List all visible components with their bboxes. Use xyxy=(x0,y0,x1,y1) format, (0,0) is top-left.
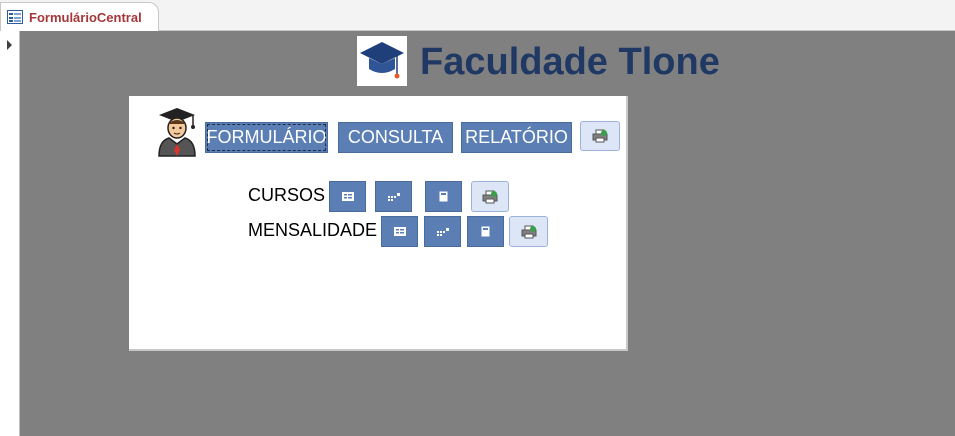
cursos-label: CURSOS xyxy=(248,185,326,205)
cursos-datasheet-button[interactable] xyxy=(375,181,412,212)
form-view-icon xyxy=(341,192,354,201)
record-selector[interactable] xyxy=(0,31,20,436)
tab-label: FormulárioCentral xyxy=(29,9,142,25)
cursos-report-button[interactable] xyxy=(425,181,462,212)
form-view-icon xyxy=(393,227,406,236)
mensalidade-report-button[interactable] xyxy=(467,216,504,247)
datasheet-icon xyxy=(436,227,449,236)
printer-icon xyxy=(482,190,498,203)
document-tab-bar: FormulárioCentral xyxy=(0,0,955,31)
report-icon xyxy=(439,191,448,202)
printer-icon xyxy=(521,225,536,238)
graduation-cap-icon xyxy=(357,36,407,86)
mensalidade-form-button[interactable] xyxy=(381,216,418,247)
report-icon xyxy=(481,226,490,237)
mensalidade-datasheet-button[interactable] xyxy=(424,216,461,247)
page-title: Faculdade Tlone xyxy=(420,41,720,83)
consulta-button[interactable]: CONSULTA xyxy=(338,122,453,153)
form-icon xyxy=(7,10,23,24)
menu-panel: FORMULÁRIO CONSULTA RELATÓRIO CURSOS MEN… xyxy=(129,96,628,351)
relatorio-button[interactable]: RELATÓRIO xyxy=(461,122,572,153)
mensalidade-label: MENSALIDADE xyxy=(248,220,378,240)
cursos-form-button[interactable] xyxy=(329,181,366,212)
cursos-print-button[interactable] xyxy=(471,181,509,212)
tab-formulario-central[interactable]: FormulárioCentral xyxy=(0,2,159,31)
mensalidade-print-button[interactable] xyxy=(509,216,548,247)
record-selector-arrow-icon xyxy=(7,40,12,50)
formulario-button[interactable]: FORMULÁRIO xyxy=(205,122,328,153)
datasheet-icon xyxy=(387,192,400,201)
print-button[interactable] xyxy=(580,121,620,151)
student-avatar-icon xyxy=(158,108,196,157)
printer-icon xyxy=(592,129,608,143)
